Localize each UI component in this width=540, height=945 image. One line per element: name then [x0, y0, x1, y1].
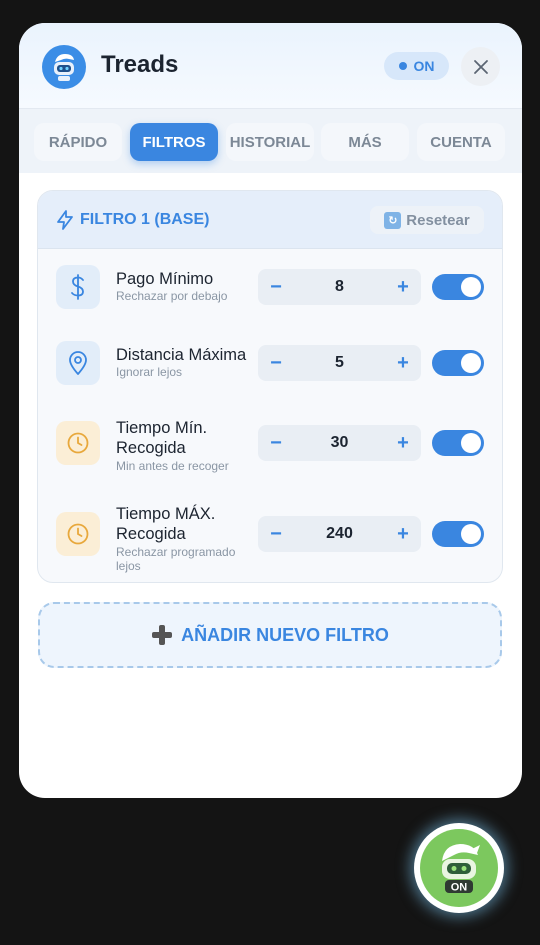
distancia-maxima-stepper: − 5 +	[258, 345, 421, 381]
add-filter-label: AÑADIR NUEVO FILTRO	[181, 624, 389, 645]
filter-row-pago-minimo: Pago Mínimo Rechazar por debajo − 8 +	[38, 249, 502, 325]
row-title: Distancia Máxima	[116, 346, 247, 364]
distancia-maxima-toggle[interactable]	[432, 350, 484, 376]
row-subtitle: Min antes de recoger	[116, 459, 229, 473]
tiempo-max-stepper: − 240 +	[258, 516, 421, 552]
tab-historial[interactable]: HISTORIAL	[226, 123, 314, 161]
fab-label: ON	[451, 882, 468, 894]
filter-card-header: FILTRO 1 (BASE) ↻ Resetear	[38, 191, 502, 249]
increment-button[interactable]: +	[385, 345, 421, 381]
reset-button[interactable]: ↻ Resetear	[370, 206, 484, 234]
plus-icon	[151, 624, 173, 646]
filter-row-tiempo-min-recogida: Tiempo Mín. Recogida Min antes de recoge…	[38, 401, 502, 487]
dollar-icon	[56, 265, 100, 309]
tiempo-max-toggle[interactable]	[432, 521, 484, 547]
lightning-icon	[57, 210, 73, 230]
filter-row-distancia-maxima: Distancia Máxima Ignorar lejos − 5 +	[38, 325, 502, 401]
decrement-button[interactable]: −	[258, 345, 294, 381]
row-title: Tiempo MÁX. Recogida	[116, 505, 216, 543]
status-label: ON	[413, 58, 435, 74]
close-icon	[473, 59, 488, 74]
status-dot	[398, 62, 407, 70]
increment-button[interactable]: +	[385, 425, 421, 461]
clock-icon	[56, 421, 100, 465]
tab-mas[interactable]: MÁS	[321, 123, 409, 161]
toggle-knob	[461, 353, 481, 373]
add-filter-button[interactable]: AÑADIR NUEVO FILTRO	[38, 602, 502, 668]
robot-icon	[42, 45, 86, 89]
tab-bar: RÁPIDO FILTROS HISTORIAL MÁS CUENTA	[19, 109, 522, 173]
decrement-button[interactable]: −	[258, 425, 294, 461]
decrement-button[interactable]: −	[258, 516, 294, 552]
settings-panel: Treads ON RÁPIDO FILTROS HISTORIAL MÁS C…	[19, 23, 522, 798]
row-title: Pago Mínimo	[116, 270, 214, 288]
close-button[interactable]	[461, 47, 500, 86]
tab-rapido[interactable]: RÁPIDO	[34, 123, 122, 161]
row-title: Tiempo Mín. Recogida	[116, 419, 208, 457]
row-subtitle: Ignorar lejos	[116, 365, 183, 379]
tiempo-min-stepper: − 30 +	[258, 425, 421, 461]
floating-status-button[interactable]: ON	[414, 823, 504, 913]
row-subtitle: Rechazar programado lejos	[116, 545, 236, 573]
row-subtitle: Rechazar por debajo	[116, 289, 228, 303]
toggle-knob	[461, 524, 481, 544]
decrement-button[interactable]: −	[258, 269, 294, 305]
filter-title: FILTRO 1 (BASE)	[80, 211, 210, 228]
status-badge[interactable]: ON	[384, 52, 449, 80]
filter-card: FILTRO 1 (BASE) ↻ Resetear Pago Mínimo R…	[37, 190, 503, 583]
increment-button[interactable]: +	[385, 269, 421, 305]
pago-minimo-stepper: − 8 +	[258, 269, 421, 305]
robot-icon: ON	[420, 829, 498, 907]
clock-icon	[56, 512, 100, 556]
tiempo-min-toggle[interactable]	[432, 430, 484, 456]
stepper-value[interactable]: 30	[294, 425, 385, 461]
toggle-knob	[461, 433, 481, 453]
location-pin-icon	[56, 341, 100, 385]
pago-minimo-toggle[interactable]	[432, 274, 484, 300]
filter-row-tiempo-max-recogida: Tiempo MÁX. Recogida Rechazar programado…	[38, 487, 502, 582]
tab-cuenta[interactable]: CUENTA	[417, 123, 505, 161]
toggle-knob	[461, 277, 481, 297]
stepper-value[interactable]: 240	[294, 516, 385, 552]
stepper-value[interactable]: 5	[294, 345, 385, 381]
panel-header: Treads ON	[19, 23, 522, 109]
increment-button[interactable]: +	[385, 516, 421, 552]
tab-filtros[interactable]: FILTROS	[130, 123, 218, 161]
app-title: Treads	[101, 51, 179, 78]
refresh-icon: ↻	[384, 211, 402, 229]
reset-label: Resetear	[406, 211, 470, 229]
stepper-value[interactable]: 8	[294, 269, 385, 305]
